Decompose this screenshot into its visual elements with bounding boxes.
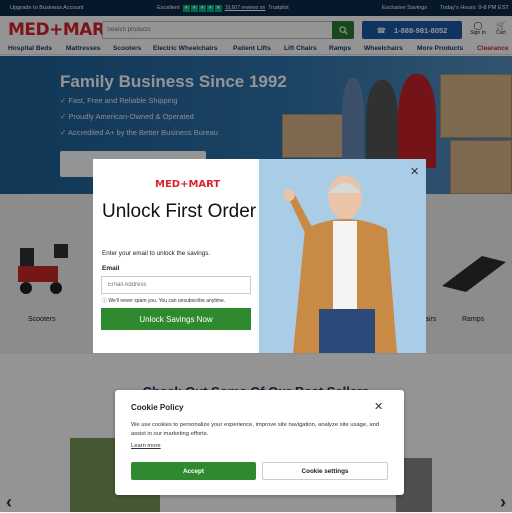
cookie-close-icon[interactable]: ✕ [374,400,383,413]
cookie-settings-button[interactable]: Cookie settings [262,462,388,480]
cookie-text: We use cookies to personalize your exper… [131,422,380,437]
modal-subtitle: Enter your email to unlock the savings. [102,250,211,257]
cookie-title: Cookie Policy [131,403,184,412]
modal-logo: MED+MART [155,179,221,190]
signup-modal: MED+MART Unlock First Order Savings! Ent… [93,159,426,353]
cookie-banner: Cookie Policy ✕ We use cookies to person… [115,390,404,495]
accept-cookies-button[interactable]: Accept [131,462,256,480]
email-field[interactable] [101,276,251,294]
email-label: Email [102,265,120,272]
modal-close-icon[interactable]: ✕ [410,165,419,178]
learn-more-link[interactable]: Learn more [131,443,161,449]
senior-man-photo [259,159,426,353]
unlock-savings-button[interactable]: Unlock Savings Now [101,308,251,330]
spam-note: ⓘ We'll never spam you. You can unsubscr… [102,298,226,304]
